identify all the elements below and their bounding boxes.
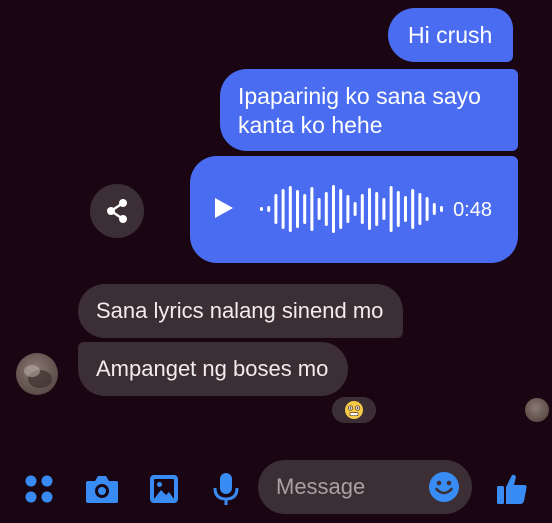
apps-button[interactable] bbox=[21, 471, 57, 507]
waveform-bar bbox=[346, 195, 350, 223]
incoming-message-bubble[interactable]: Sana lyrics nalang sinend mo bbox=[78, 284, 404, 338]
gallery-button[interactable] bbox=[146, 471, 182, 507]
waveform-bar bbox=[339, 189, 343, 229]
waveform-bar bbox=[332, 185, 335, 233]
incoming-message-bubble[interactable]: Ampanget ng boses mo bbox=[78, 342, 349, 396]
message-input[interactable]: Message bbox=[258, 460, 472, 514]
play-icon[interactable] bbox=[215, 198, 233, 218]
waveform-bar bbox=[267, 206, 271, 212]
waveform-bar bbox=[389, 186, 393, 232]
share-icon bbox=[107, 199, 127, 223]
message-text: Ipaparinig ko sana sayo kanta ko hehe bbox=[238, 83, 481, 138]
waveform-bar bbox=[310, 187, 314, 231]
waveform-bar bbox=[382, 198, 386, 220]
message-text: Sana lyrics nalang sinend mo bbox=[96, 298, 384, 323]
outgoing-message-bubble[interactable]: Ipaparinig ko sana sayo kanta ko hehe bbox=[220, 69, 518, 151]
message-text: Hi crush bbox=[408, 22, 493, 48]
waveform-bar bbox=[375, 192, 379, 226]
camera-button[interactable] bbox=[84, 471, 120, 507]
waveform-bar bbox=[353, 202, 357, 216]
voice-duration: 0:48 bbox=[453, 199, 492, 221]
composer-bar: Message bbox=[0, 455, 552, 523]
share-button[interactable] bbox=[90, 184, 144, 238]
waveform-bar bbox=[440, 206, 443, 212]
waveform-bar bbox=[317, 198, 321, 220]
waveform-bar bbox=[324, 192, 328, 226]
audio-waveform[interactable] bbox=[258, 156, 448, 263]
microphone-icon bbox=[213, 473, 239, 505]
apps-dots-icon bbox=[25, 475, 53, 503]
waveform-bar bbox=[396, 191, 400, 227]
waveform-bar bbox=[288, 186, 292, 232]
seen-receipt-avatar bbox=[525, 398, 549, 422]
waveform-bar bbox=[418, 193, 422, 225]
contact-avatar[interactable] bbox=[16, 353, 58, 395]
waveform-bar bbox=[432, 203, 436, 215]
smiley-icon[interactable] bbox=[428, 471, 460, 503]
waveform-bar bbox=[274, 194, 278, 224]
waveform-bar bbox=[425, 197, 429, 221]
voice-message-bubble[interactable]: 0:48 bbox=[190, 156, 518, 263]
waveform-bar bbox=[260, 207, 263, 211]
waveform-bar bbox=[411, 189, 415, 229]
outgoing-message-bubble[interactable]: Hi crush bbox=[388, 8, 514, 62]
waveform-bar bbox=[296, 190, 299, 228]
camera-icon bbox=[86, 476, 118, 503]
voice-record-button[interactable] bbox=[208, 471, 244, 507]
like-button[interactable] bbox=[494, 471, 530, 507]
waveform-bar bbox=[303, 194, 307, 224]
message-reaction[interactable] bbox=[330, 395, 378, 425]
message-text: Ampanget ng boses mo bbox=[96, 356, 329, 381]
waveform-bar bbox=[360, 194, 364, 224]
waveform-bar bbox=[368, 188, 371, 230]
image-icon bbox=[150, 475, 178, 503]
message-placeholder: Message bbox=[276, 474, 366, 499]
scared-face-emoji-icon bbox=[345, 401, 363, 419]
avatar-photo bbox=[24, 365, 52, 388]
thumbs-up-icon bbox=[497, 474, 527, 504]
waveform-bar bbox=[281, 189, 285, 229]
waveform-bar bbox=[404, 196, 407, 222]
